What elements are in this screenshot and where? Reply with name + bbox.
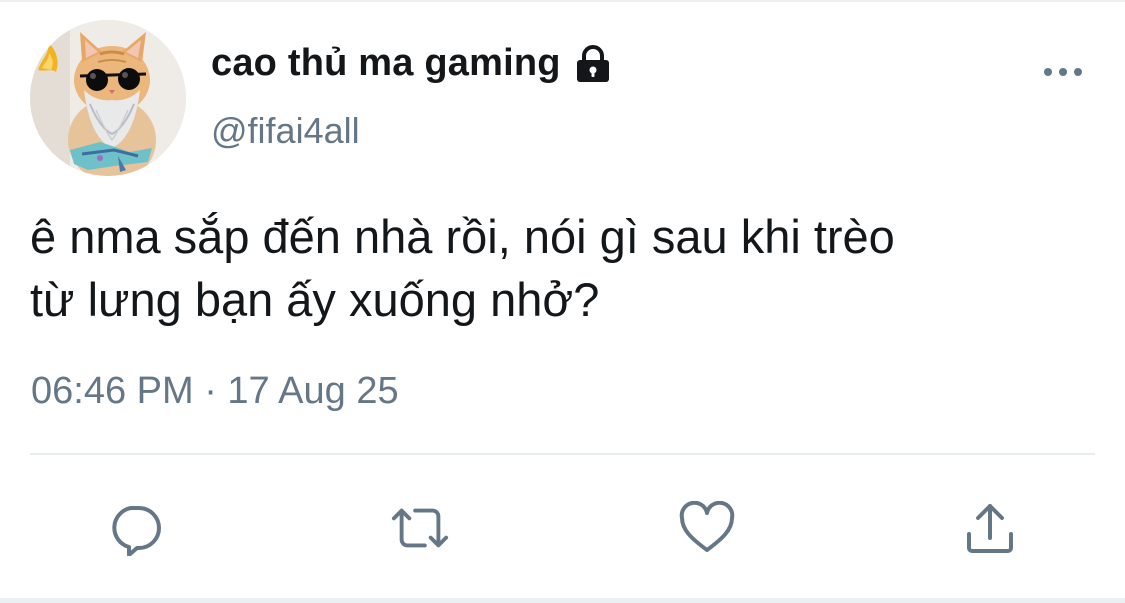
tweet-card: cao thủ ma gaming @fifai4all ê nma sắp đ… xyxy=(0,0,1125,603)
lock-icon xyxy=(573,44,613,83)
reply-icon xyxy=(112,506,161,556)
tweet-timestamp[interactable]: 06:46 PM · 17 Aug 25 xyxy=(31,370,399,413)
retweet-icon xyxy=(391,508,449,548)
avatar[interactable] xyxy=(30,20,186,176)
heart-icon xyxy=(679,501,735,552)
reply-button[interactable] xyxy=(105,498,165,558)
user-handle[interactable]: @fifai4all xyxy=(211,110,360,152)
retweet-button[interactable] xyxy=(390,498,450,558)
share-button[interactable] xyxy=(960,498,1020,558)
like-button[interactable] xyxy=(677,498,737,558)
top-border xyxy=(0,0,1125,2)
tweet-text: ê nma sắp đến nhà rồi, nói gì sau khi tr… xyxy=(30,210,895,326)
display-name-text: cao thủ ma gaming xyxy=(211,42,561,84)
bottom-border xyxy=(0,598,1125,603)
more-options-button[interactable] xyxy=(1038,56,1088,88)
cat-with-sunglasses-avatar xyxy=(30,20,186,176)
divider xyxy=(30,453,1095,455)
display-name[interactable]: cao thủ ma gaming xyxy=(211,42,613,85)
more-options-icon xyxy=(1044,68,1082,76)
share-icon xyxy=(967,504,1013,553)
